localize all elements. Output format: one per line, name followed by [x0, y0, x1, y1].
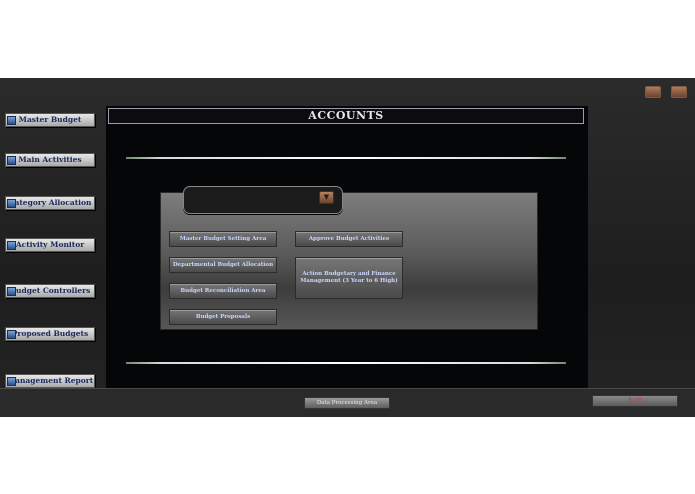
master-budget-setting-button[interactable]: Master Budget Setting Area — [169, 231, 277, 247]
data-processing-button[interactable]: Data Processing Area — [304, 397, 390, 409]
budget-proposals-button[interactable]: Budget Proposals — [169, 309, 277, 325]
blue-square-icon — [7, 330, 16, 339]
divider-bottom — [126, 362, 566, 364]
close-icon[interactable] — [671, 86, 687, 98]
action-budgetary-button[interactable]: Action Budgetary and Finance Management … — [295, 257, 403, 299]
blue-square-icon — [7, 156, 16, 165]
sidebar-item-activity-monitor[interactable]: Activity Monitor — [5, 238, 95, 252]
blue-square-icon — [7, 241, 16, 250]
minimize-icon[interactable] — [645, 86, 661, 98]
sidebar-item-category-allocation[interactable]: Category Allocation — [5, 196, 95, 210]
page-title: ACCOUNTS — [108, 108, 584, 124]
sidebar-item-label: Management Report — [6, 376, 94, 385]
reconciliation-area-button[interactable]: Budget Reconciliation Area — [169, 283, 277, 299]
exit-button[interactable]: Exit — [592, 395, 678, 407]
budget-options-panel: ▼ Master Budget Setting Area Departmenta… — [160, 186, 538, 330]
sidebar-item-master-budget[interactable]: Master Budget — [5, 113, 95, 127]
blue-square-icon — [7, 116, 16, 125]
blue-square-icon — [7, 377, 16, 386]
approve-activities-button[interactable]: Approve Budget Activities — [295, 231, 403, 247]
budget-select-dropdown[interactable]: ▼ — [183, 186, 343, 214]
sidebar-item-label: Category Allocation — [8, 198, 92, 207]
sidebar-item-label: Activity Monitor — [15, 240, 85, 249]
sidebar-item-budget-controllers[interactable]: Budget Controllers — [5, 284, 95, 298]
blue-square-icon — [7, 199, 16, 208]
sidebar-item-label: Budget Controllers — [9, 286, 91, 295]
status-bar: Data Processing Area Exit — [0, 388, 695, 417]
sidebar-item-label: Master Budget — [18, 115, 82, 124]
sidebar-item-label: Main Activities — [18, 155, 82, 164]
app-window: Master Budget Main Activities Category A… — [0, 78, 695, 417]
window-controls — [645, 86, 687, 98]
blue-square-icon — [7, 287, 16, 296]
sidebar-item-management-report[interactable]: Management Report — [5, 374, 95, 388]
sidebar-item-label: Proposed Budgets — [11, 329, 89, 338]
divider-top — [126, 157, 566, 159]
departmental-allocation-button[interactable]: Departmental Budget Allocation — [169, 257, 277, 273]
sidebar-item-proposed-budgets[interactable]: Proposed Budgets — [5, 327, 95, 341]
chevron-down-icon[interactable]: ▼ — [319, 191, 334, 204]
sidebar-item-main-activities[interactable]: Main Activities — [5, 153, 95, 167]
main-panel: ACCOUNTS ▼ Master Budget Setting Area De… — [106, 106, 588, 388]
